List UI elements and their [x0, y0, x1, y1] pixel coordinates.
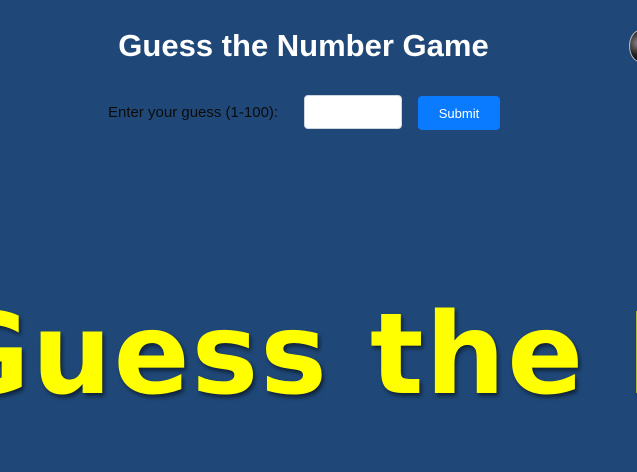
ball-icon	[629, 30, 637, 62]
guess-prompt-label: Enter your guess (1-100):	[108, 104, 279, 121]
banner-text: Guess the Number	[0, 290, 637, 420]
submit-button[interactable]: Submit	[418, 96, 500, 130]
guess-input[interactable]	[304, 95, 402, 129]
page-title: Guess the Number Game	[118, 28, 489, 63]
game-page: Guess the Number Game Enter your guess (…	[0, 0, 637, 472]
